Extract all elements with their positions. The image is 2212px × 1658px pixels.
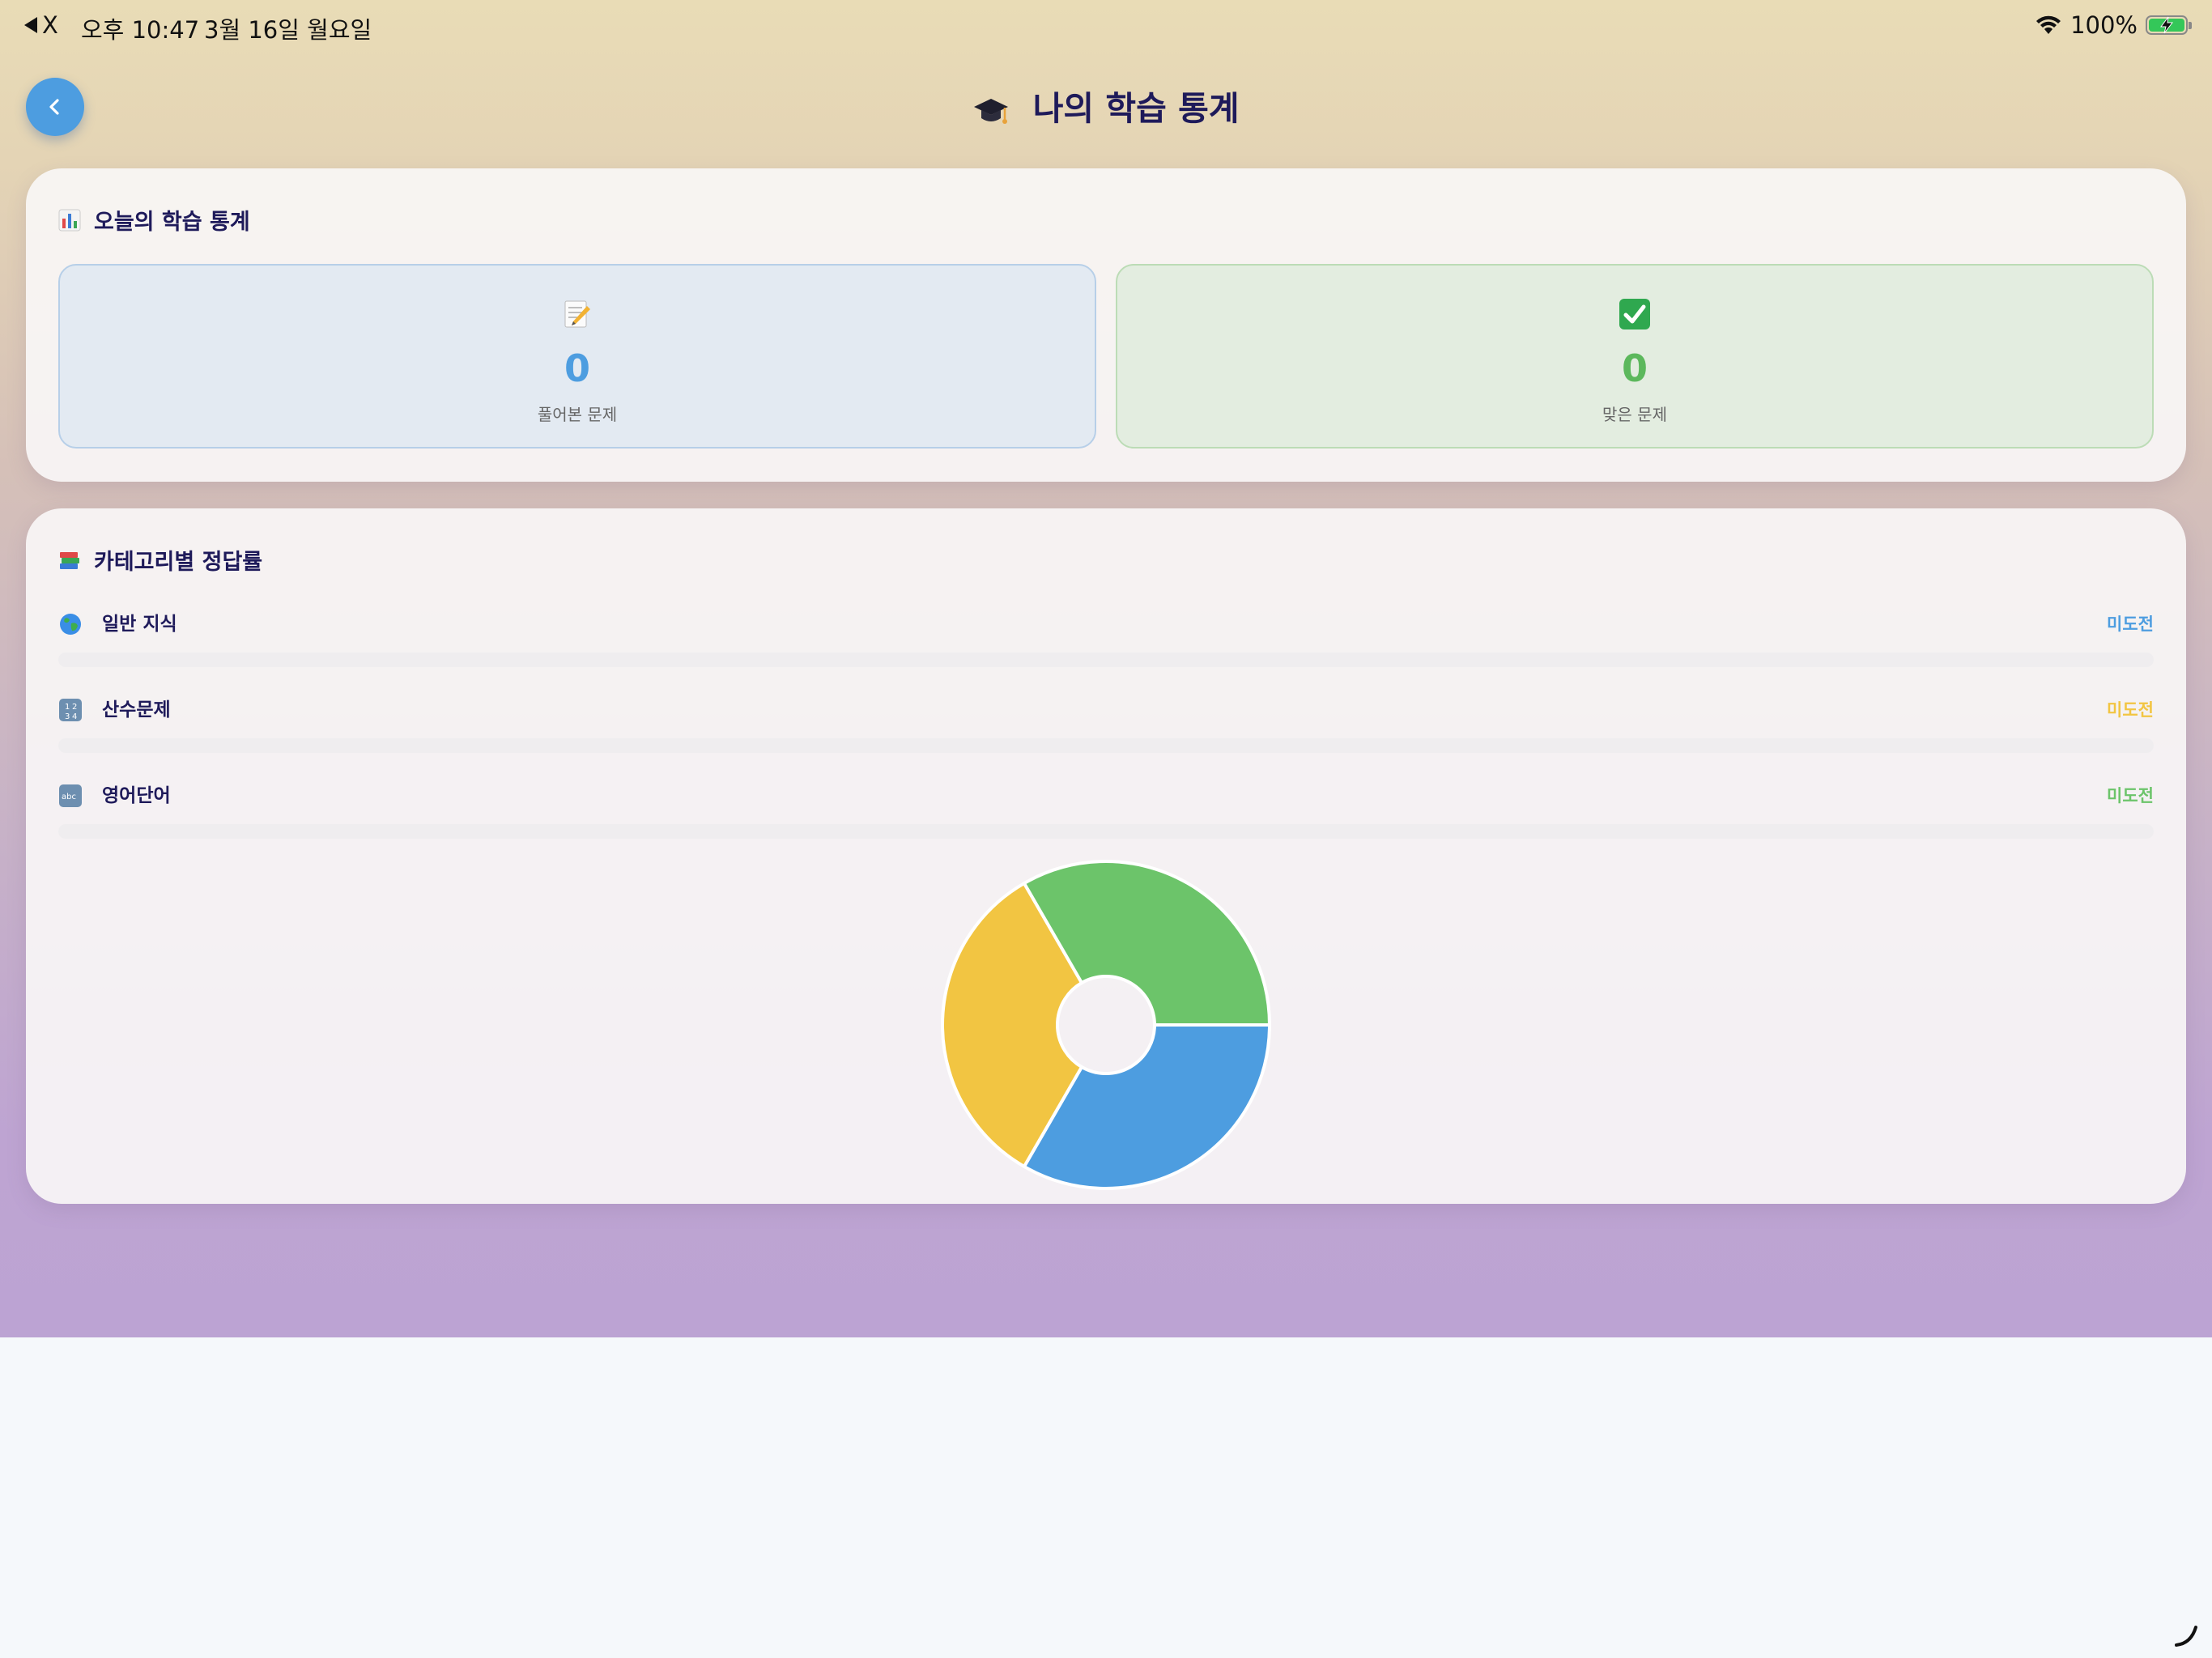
- category-progress-track: [58, 824, 2154, 839]
- category-progress-track: [58, 738, 2154, 753]
- background-bottom: [0, 1337, 2212, 1658]
- correct-count-value: 0: [1621, 346, 1648, 390]
- charging-bolt-icon: [2160, 16, 2174, 34]
- status-date: 3월 16일 월요일: [204, 16, 372, 44]
- category-donut-chart: [939, 858, 1273, 1192]
- back-app-label: X: [42, 11, 58, 39]
- category-heading: 카테고리별 정답률: [58, 544, 262, 576]
- category-progress-track: [58, 653, 2154, 667]
- category-name: 영어단어: [102, 785, 171, 806]
- globe-icon: [60, 614, 81, 635]
- abc-icon: abc: [59, 784, 82, 807]
- bar-chart-icon: [58, 209, 81, 231]
- today-stats-heading: 오늘의 학습 통계: [58, 204, 250, 236]
- solved-count-label: 풀어본 문제: [537, 405, 618, 424]
- status-right: 100%: [2035, 11, 2192, 39]
- page-title-text: 나의 학습 통계: [1032, 89, 1240, 128]
- svg-text:abc: abc: [62, 793, 76, 801]
- svg-text:1: 1: [65, 703, 70, 712]
- category-row-english[interactable]: abc 영어단어 미도전: [58, 784, 2154, 840]
- category-status: 미도전: [2107, 614, 2154, 634]
- svg-text:4: 4: [72, 712, 77, 721]
- donut-chart-svg: [941, 860, 1272, 1190]
- wifi-icon: [2036, 15, 2061, 34]
- solved-count-value: 0: [564, 346, 590, 390]
- category-status: 미도전: [2107, 786, 2154, 806]
- back-triangle-icon: [24, 17, 37, 33]
- graduation-cap-icon: [974, 99, 1009, 124]
- page-title: 나의 학습 통계: [0, 81, 2212, 130]
- today-stats-heading-text: 오늘의 학습 통계: [94, 210, 250, 235]
- category-heading-text: 카테고리별 정답률: [94, 550, 263, 575]
- correct-count-box: 0 맞은 문제: [1116, 264, 2154, 449]
- check-mark-icon: [1619, 299, 1650, 329]
- back-to-app-button[interactable]: X: [24, 11, 58, 39]
- category-row-arithmetic[interactable]: 1 2 3 4 산수문제 미도전: [58, 698, 2154, 755]
- books-icon: [60, 551, 79, 569]
- battery-nub: [2189, 22, 2192, 29]
- today-stats-card: 오늘의 학습 통계 0 풀어본 문제 0 맞은 문제: [26, 168, 2186, 482]
- category-name: 일반 지식: [102, 614, 177, 635]
- correct-count-label: 맞은 문제: [1602, 405, 1667, 424]
- category-name: 산수문제: [102, 699, 171, 721]
- solved-count-box: 0 풀어본 문제: [58, 264, 1096, 449]
- status-time: 오후 10:47: [81, 16, 200, 44]
- category-accuracy-card: 카테고리별 정답률 일반 지식 미도전 1 2 3 4 산수문제 미도전 abc…: [26, 508, 2186, 1204]
- category-status: 미도전: [2107, 700, 2154, 720]
- category-row-general[interactable]: 일반 지식 미도전: [58, 612, 2154, 669]
- numbers-icon: 1 2 3 4: [59, 699, 82, 721]
- status-bar: X 오후 10:47 3월 16일 월요일 100%: [0, 0, 2212, 52]
- memo-pencil-icon: [564, 300, 590, 328]
- battery-percent: 100%: [2070, 11, 2138, 39]
- svg-text:3: 3: [65, 712, 70, 721]
- corner-swipe-icon: [2175, 1626, 2197, 1647]
- svg-text:2: 2: [72, 703, 77, 712]
- battery-icon: [2146, 15, 2192, 35]
